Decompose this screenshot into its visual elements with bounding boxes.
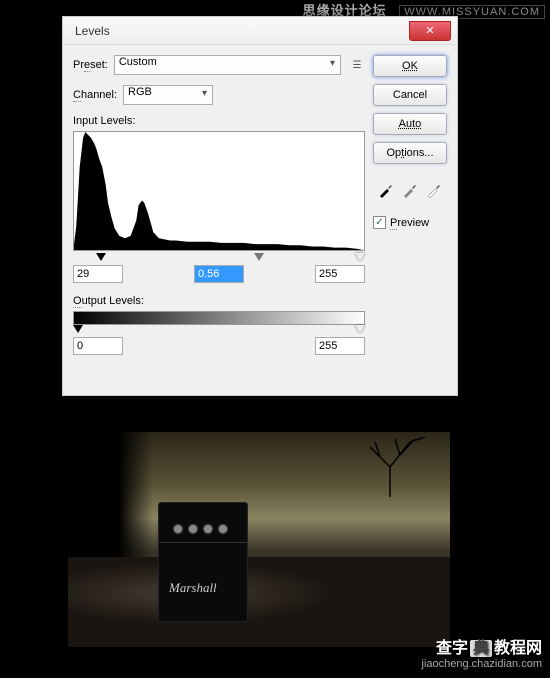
gray-point-eyedropper-icon[interactable] — [401, 181, 419, 199]
bottom-watermark: 查字典教程网 jiaocheng.chazidian.com — [422, 634, 542, 670]
dialog-title: Levels — [75, 24, 110, 38]
output-black-slider[interactable] — [73, 325, 83, 333]
channel-label: Channel: — [73, 89, 117, 101]
output-slider[interactable] — [73, 325, 365, 335]
watermark-sub: jiaocheng.chazidian.com — [422, 658, 542, 670]
output-white-field[interactable] — [315, 337, 365, 355]
output-levels-label: Output Levels: — [73, 295, 365, 307]
preset-dropdown[interactable]: Custom — [114, 55, 341, 75]
input-gamma-slider[interactable] — [254, 253, 264, 261]
titlebar[interactable]: Levels ✕ — [63, 17, 457, 45]
cancel-button[interactable]: Cancel — [373, 84, 447, 106]
output-white-slider[interactable] — [355, 325, 365, 333]
watermark-main: 查字典教程网 — [422, 634, 542, 658]
options-button[interactable]: Options... — [373, 142, 447, 164]
eyedroppers — [373, 181, 447, 199]
input-slider[interactable] — [73, 253, 365, 263]
preview-checkbox[interactable]: ✓ — [373, 216, 386, 229]
preview-label: Preview — [390, 217, 429, 229]
input-black-slider[interactable] — [96, 253, 106, 261]
bare-tree — [350, 437, 430, 497]
guitar-amp: Marshall — [158, 502, 248, 622]
silhouette-figure — [68, 432, 153, 562]
input-white-slider[interactable] — [355, 253, 365, 261]
auto-button[interactable]: Auto — [373, 113, 447, 135]
preset-menu-icon[interactable] — [349, 57, 365, 73]
black-point-eyedropper-icon[interactable] — [377, 181, 395, 199]
histogram-svg — [74, 132, 364, 250]
input-gamma-field[interactable] — [194, 265, 244, 283]
output-gradient — [73, 311, 365, 325]
ok-button[interactable]: OK — [373, 55, 447, 77]
input-black-field[interactable] — [73, 265, 123, 283]
levels-dialog: Levels ✕ Preset: Custom Channel: RGB Inp… — [62, 16, 458, 396]
white-point-eyedropper-icon[interactable] — [425, 181, 443, 199]
output-black-field[interactable] — [73, 337, 123, 355]
channel-dropdown[interactable]: RGB — [123, 85, 213, 105]
input-white-field[interactable] — [315, 265, 365, 283]
amp-brand-label: Marshall — [169, 580, 217, 596]
preset-label: Preset: — [73, 59, 108, 71]
close-button[interactable]: ✕ — [409, 21, 451, 41]
result-preview-image: Marshall — [68, 432, 450, 647]
histogram — [73, 131, 365, 251]
rocks — [68, 557, 450, 647]
close-icon: ✕ — [425, 25, 434, 37]
input-levels-label: Input Levels: — [73, 115, 365, 127]
